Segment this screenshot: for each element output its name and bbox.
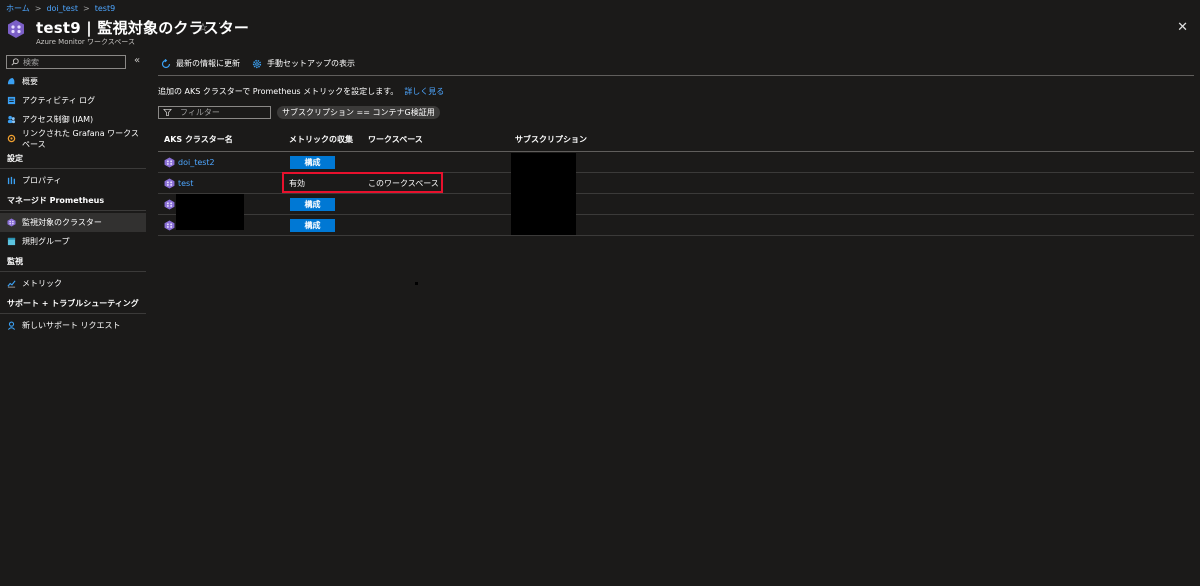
configure-button[interactable]: 構成 bbox=[290, 218, 335, 232]
sidebar-section-monitoring: 監視 bbox=[0, 251, 146, 272]
configure-button[interactable]: 構成 bbox=[290, 155, 335, 169]
sidebar-item-linked-grafana[interactable]: リンクされた Grafana ワークスペース bbox=[0, 128, 146, 149]
sidebar-item-label: アクセス制御 (IAM) bbox=[22, 115, 94, 124]
sidebar-item-label: プロパティ bbox=[22, 176, 62, 185]
collapse-sidebar-icon[interactable]: « bbox=[134, 55, 140, 66]
gear-icon bbox=[252, 59, 262, 68]
main-content: 最新の情報に更新 手動セットアップの表示 追加の AKS クラスターで Prom… bbox=[158, 52, 1194, 236]
favorite-star-icon[interactable]: ☆ bbox=[198, 21, 208, 34]
refresh-icon bbox=[161, 58, 171, 68]
aks-cluster-icon bbox=[164, 220, 175, 230]
manual-setup-button[interactable]: 手動セットアップの表示 bbox=[252, 58, 355, 69]
chevron-right-icon: > bbox=[83, 4, 90, 13]
sidebar-item-monitored-clusters[interactable]: 監視対象のクラスター bbox=[0, 213, 146, 232]
sidebar-item-label: アクティビティ ログ bbox=[22, 96, 96, 105]
aks-cluster-icon bbox=[164, 157, 175, 167]
column-header-subscription[interactable]: サブスクリプション bbox=[508, 134, 1194, 145]
search-icon bbox=[11, 58, 19, 66]
highlight-box bbox=[282, 172, 443, 193]
rule-groups-icon bbox=[7, 237, 16, 246]
table-header: AKS クラスター名 メトリックの収集 ワークスペース サブスクリプション bbox=[158, 128, 1194, 152]
filter-placeholder: フィルター bbox=[180, 108, 220, 117]
sidebar-section-support: サポート + トラブルシューティング bbox=[0, 293, 146, 314]
sidebar-item-rule-groups[interactable]: 規則グループ bbox=[0, 232, 146, 251]
iam-people-icon bbox=[7, 115, 16, 124]
sidebar-section-settings: 設定 bbox=[0, 148, 146, 169]
metrics-chart-icon bbox=[7, 280, 16, 288]
breadcrumb-resource-group[interactable]: doi_test bbox=[46, 4, 78, 13]
support-person-icon bbox=[7, 321, 16, 330]
breadcrumb: ホーム > doi_test > test9 bbox=[6, 3, 115, 14]
sidebar-item-label: リンクされた Grafana ワークスペース bbox=[22, 128, 139, 149]
sidebar: 検索 « 概要 アクティビティ ログ アクセス制御 (IAM) リンクされた G… bbox=[0, 52, 146, 586]
sidebar-item-properties[interactable]: プロパティ bbox=[0, 171, 146, 190]
more-options-icon[interactable]: ··· bbox=[218, 19, 231, 30]
cluster-name-link[interactable]: test bbox=[178, 179, 193, 188]
learn-more-link[interactable]: 詳しく見る bbox=[404, 87, 444, 96]
aks-cluster-icon bbox=[164, 178, 175, 188]
refresh-button[interactable]: 最新の情報に更新 bbox=[161, 58, 240, 69]
monitor-workspace-icon bbox=[8, 20, 24, 38]
breadcrumb-home[interactable]: ホーム bbox=[6, 3, 30, 14]
manual-setup-label: 手動セットアップの表示 bbox=[267, 59, 355, 68]
column-header-cluster-name[interactable]: AKS クラスター名 bbox=[158, 134, 282, 145]
search-placeholder: 検索 bbox=[23, 57, 39, 67]
sidebar-item-new-support-request[interactable]: 新しいサポート リクエスト bbox=[0, 316, 146, 335]
sidebar-item-label: 規則グループ bbox=[22, 237, 70, 246]
chevron-right-icon: > bbox=[34, 4, 42, 13]
table-row: 構成 bbox=[158, 215, 1194, 236]
description-text: 追加の AKS クラスターで Prometheus メトリックを設定します。 bbox=[158, 87, 399, 96]
filter-input[interactable]: フィルター bbox=[158, 106, 271, 119]
filter-funnel-icon bbox=[163, 108, 172, 117]
overview-icon bbox=[7, 77, 15, 85]
table-row: 構成 bbox=[158, 194, 1194, 215]
grafana-icon bbox=[7, 134, 16, 143]
sidebar-section-managed-prometheus: マネージド Prometheus bbox=[0, 190, 146, 211]
sidebar-item-label: 監視対象のクラスター bbox=[22, 218, 102, 227]
sidebar-item-overview[interactable]: 概要 bbox=[0, 72, 146, 91]
description: 追加の AKS クラスターで Prometheus メトリックを設定します。 詳し… bbox=[158, 86, 1194, 97]
activity-log-icon bbox=[7, 96, 16, 105]
table-row: doi_test2 構成 bbox=[158, 152, 1194, 173]
close-icon[interactable]: ✕ bbox=[1177, 20, 1188, 35]
refresh-label: 最新の情報に更新 bbox=[176, 59, 240, 68]
redacted-cluster-names bbox=[176, 194, 244, 230]
filter-bar: フィルター サブスクリプション == コンテナG検証用 bbox=[158, 106, 1194, 119]
cluster-name-link[interactable]: doi_test2 bbox=[178, 158, 215, 167]
sidebar-item-label: 新しいサポート リクエスト bbox=[22, 321, 121, 330]
column-header-metric-collection[interactable]: メトリックの収集 bbox=[282, 134, 361, 145]
column-header-workspace[interactable]: ワークスペース bbox=[361, 134, 508, 145]
toolbar: 最新の情報に更新 手動セットアップの表示 bbox=[158, 52, 1194, 76]
redacted-subscriptions bbox=[511, 153, 576, 235]
properties-icon bbox=[7, 176, 16, 185]
search-input[interactable]: 検索 bbox=[6, 55, 126, 69]
aks-cluster-icon bbox=[164, 199, 175, 209]
breadcrumb-current[interactable]: test9 bbox=[95, 4, 115, 13]
sidebar-item-metrics[interactable]: メトリック bbox=[0, 274, 146, 293]
subscription-filter-pill[interactable]: サブスクリプション == コンテナG検証用 bbox=[277, 106, 440, 119]
page-header: test9 | 監視対象のクラスター Azure Monitor ワークスペース… bbox=[6, 17, 1194, 47]
cluster-icon bbox=[7, 218, 16, 227]
sidebar-item-iam[interactable]: アクセス制御 (IAM) bbox=[0, 110, 146, 129]
stray-dot bbox=[415, 282, 418, 285]
sidebar-item-activity-log[interactable]: アクティビティ ログ bbox=[0, 91, 146, 110]
sidebar-item-label: 概要 bbox=[22, 77, 38, 86]
configure-button[interactable]: 構成 bbox=[290, 197, 335, 211]
sidebar-nav: 概要 アクティビティ ログ アクセス制御 (IAM) リンクされた Grafan… bbox=[0, 72, 146, 335]
sidebar-item-label: メトリック bbox=[22, 279, 62, 288]
page-subtitle: Azure Monitor ワークスペース bbox=[36, 38, 135, 46]
